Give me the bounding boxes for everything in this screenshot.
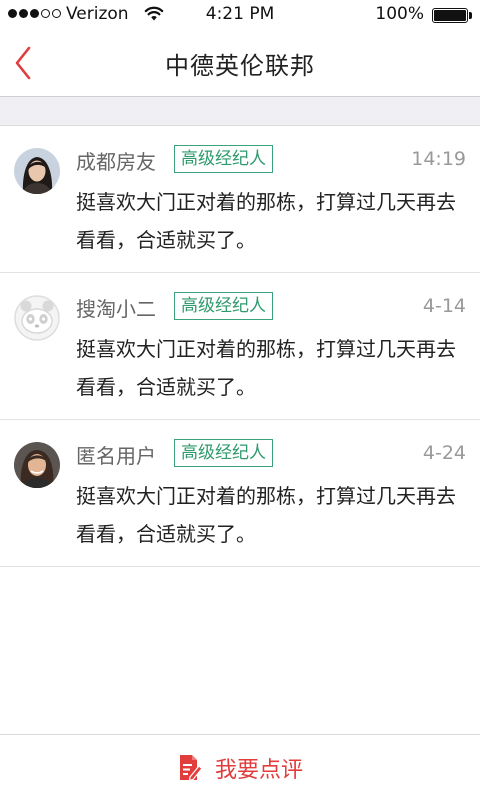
comment-item: 成都房友 高级经纪人 14:19 挺喜欢大门正对着的那栋，打算过几天再去看看，合…: [0, 126, 480, 273]
write-review-button[interactable]: 我要点评: [0, 734, 480, 801]
section-separator: [0, 97, 480, 126]
comment-item: 搜淘小二 高级经纪人 4-14 挺喜欢大门正对着的那栋，打算过几天再去看看，合适…: [0, 273, 480, 420]
role-badge: 高级经纪人: [174, 439, 273, 467]
comment-text: 挺喜欢大门正对着的那栋，打算过几天再去看看，合适就买了。: [76, 484, 456, 546]
avatar[interactable]: [14, 442, 60, 488]
write-review-label: 我要点评: [214, 758, 303, 783]
avatar[interactable]: [14, 295, 60, 341]
comment-time: 14:19: [411, 148, 466, 170]
page-title: 中德英伦联邦: [165, 52, 315, 80]
comment-time: 4-24: [422, 442, 466, 464]
role-badge: 高级经纪人: [174, 292, 273, 320]
battery-tip: [469, 12, 472, 19]
navigation-bar: 中德英伦联邦: [0, 30, 480, 96]
status-bar: Verizon 4:21 PM 100%: [0, 0, 480, 30]
comment-item: 匿名用户 高级经纪人 4-24 挺喜欢大门正对着的那栋，打算过几天再去看看，合适…: [0, 420, 480, 567]
comment-list: 成都房友 高级经纪人 14:19 挺喜欢大门正对着的那栋，打算过几天再去看看，合…: [0, 126, 480, 567]
battery-icon: [432, 8, 468, 23]
panda-icon: [14, 295, 60, 341]
comment-text: 挺喜欢大门正对着的那栋，打算过几天再去看看，合适就买了。: [76, 337, 456, 399]
edit-note-icon: [179, 755, 203, 782]
commenter-name: 成都房友: [76, 150, 156, 174]
comment-text: 挺喜欢大门正对着的那栋，打算过几天再去看看，合适就买了。: [76, 190, 456, 252]
battery-percentage: 100%: [375, 4, 424, 24]
comment-time: 4-14: [422, 295, 466, 317]
commenter-name: 搜淘小二: [76, 297, 156, 321]
avatar[interactable]: [14, 148, 60, 194]
commenter-name: 匿名用户: [76, 444, 156, 468]
role-badge: 高级经纪人: [174, 145, 273, 173]
